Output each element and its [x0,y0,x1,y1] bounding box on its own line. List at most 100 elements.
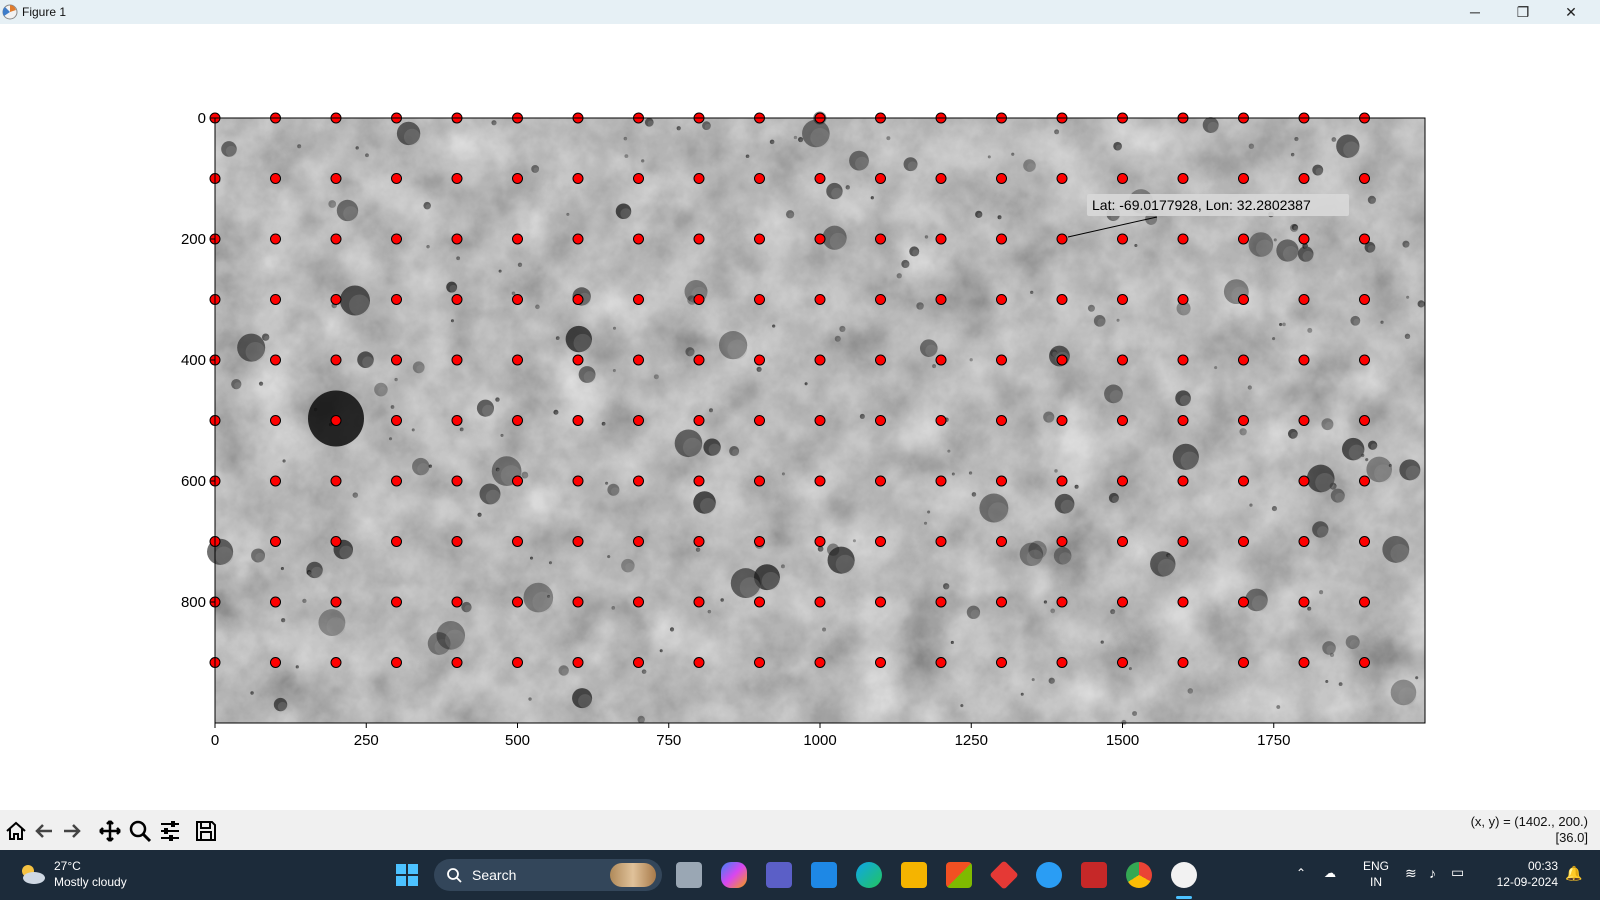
data-point [633,475,644,487]
minimize-button[interactable]: ─ [1452,0,1498,24]
search-icon [447,868,462,883]
x-tick-label: 1500 [1106,732,1139,749]
crater-highlight [771,140,775,145]
crater-highlight [1248,386,1252,390]
data-point [330,294,342,305]
figure-canvas[interactable]: Lat: -69.0177928, Lon: 32.2802387 0 250 50… [0,24,1600,810]
crater-highlight [1283,323,1286,327]
language-indicator[interactable]: ENG IN [1363,858,1389,890]
crater-highlight [1273,507,1277,512]
crater-highlight [823,628,827,632]
data-point [1056,596,1068,608]
clock[interactable]: 00:33 12-09-2024 [1488,858,1558,890]
help-icon[interactable] [1036,862,1062,888]
battery-icon[interactable]: ▭ [1451,864,1464,881]
crater-highlight [260,382,264,386]
notification-icon[interactable]: 🔔 [1565,865,1582,882]
crater-highlight [612,607,616,610]
crater-highlight [1167,554,1171,558]
crater-highlight [846,186,850,190]
file-explorer-icon[interactable] [901,862,927,888]
onedrive-icon[interactable]: ☁ [1324,866,1336,880]
crater-highlight [761,571,780,591]
save-button[interactable] [193,818,219,844]
data-point [512,475,523,487]
data-point [935,536,947,547]
crater-highlight [853,540,856,543]
taskbar-search[interactable]: Search [434,859,662,891]
back-button[interactable] [31,818,57,844]
teams-icon[interactable] [766,862,792,888]
crater-highlight [1405,465,1421,481]
chevron-up-icon[interactable]: ⌃ [1296,866,1306,880]
data-point [633,415,644,426]
data-point [1056,173,1068,184]
home-button[interactable] [3,818,29,844]
data-point [391,354,402,366]
data-point [1177,354,1189,366]
data-point [1056,657,1068,668]
data-point [1359,475,1370,487]
crater-highlight [1111,495,1119,503]
store-icon[interactable] [946,862,972,888]
pan-icon [99,820,121,842]
data-point [875,415,886,426]
plot[interactable]: Lat: -69.0177928, Lon: 32.2802387 0 250 50… [0,24,1600,810]
crater-highlight [1389,464,1392,468]
data-point [1298,475,1310,487]
coordinate-value: [36.0] [1555,830,1588,845]
taskbar: 27°C Mostly cloudy Search ⌃ ☁ ENG IN ≋ ♪… [0,850,1600,900]
configure-button[interactable] [157,818,183,844]
matplotlib-task-icon[interactable] [1171,862,1197,888]
data-point [814,294,826,305]
crater-highlight [425,204,431,210]
task-view-icon[interactable] [676,862,702,888]
crater-highlight [746,155,750,159]
crater-highlight [933,365,937,369]
data-point [754,294,765,305]
data-point [1298,536,1310,547]
y-tick-label: 800 [181,594,206,611]
copilot-icon[interactable] [721,862,747,888]
crater-highlight [1343,141,1360,158]
data-point [512,173,523,184]
data-point [814,596,826,608]
pan-button[interactable] [97,818,123,844]
mcafee-icon[interactable] [1081,862,1107,888]
region-code: IN [1370,875,1382,889]
crater-highlight [782,473,785,476]
maximize-button[interactable]: ❐ [1500,0,1546,24]
data-point [1298,294,1310,305]
vscode-icon[interactable] [811,862,837,888]
wifi-icon[interactable]: ≋ [1405,865,1417,882]
data-point [572,596,584,608]
crater-highlight [416,364,425,374]
y-tick-label: 600 [181,473,206,490]
data-point [693,294,705,305]
crater-highlight [234,382,242,390]
crater-highlight [554,411,559,415]
crater-highlight [1251,595,1268,612]
crater-highlight [326,617,346,636]
crater-highlight [1274,239,1277,242]
crater-highlight [805,383,808,386]
crater-highlight [1325,421,1334,431]
data-point [270,354,281,366]
data-point [572,233,584,245]
windows-start-icon[interactable] [395,863,419,887]
crater-highlight [1326,680,1329,684]
chrome-icon[interactable] [1126,862,1152,888]
data-point [935,657,947,668]
data-point [1238,536,1249,547]
forward-button[interactable] [59,818,85,844]
close-button[interactable]: ✕ [1548,0,1594,24]
volume-icon[interactable]: ♪ [1429,865,1436,881]
data-point [330,475,342,487]
crater-highlight [819,547,824,552]
zoom-button[interactable] [127,818,153,844]
data-point [754,354,765,366]
crater-highlight [348,294,371,316]
anydesk-icon[interactable] [989,860,1019,890]
weather-widget[interactable]: 27°C Mostly cloudy [18,858,127,890]
edge-icon[interactable] [856,862,882,888]
